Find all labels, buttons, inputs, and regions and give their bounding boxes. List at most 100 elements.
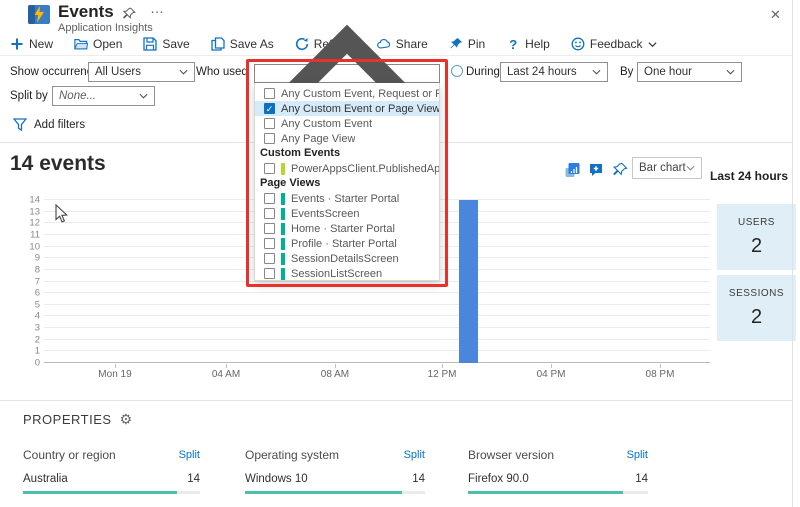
toolbar-help-button[interactable]: ? Help: [506, 36, 550, 52]
dropdown-option-label: EventsScreen: [291, 207, 360, 220]
add-filters-button[interactable]: Add filters: [13, 118, 85, 131]
time-range-label: Last 24 hours: [709, 169, 789, 183]
chevron-down-icon: [648, 40, 657, 49]
save-as-icon: [211, 37, 225, 51]
kpi-label: SESSIONS: [728, 288, 785, 299]
more-options-button[interactable]: …: [150, 0, 165, 16]
dropdown-option-label: Home · Starter Portal: [291, 222, 395, 235]
dropdown-option[interactable]: ✓ Any Custom Event or Page View: [255, 101, 439, 116]
series-color-bar: [281, 267, 285, 280]
gridline: [44, 338, 710, 340]
checkbox[interactable]: [264, 253, 275, 264]
dropdown-option[interactable]: EventsScreen: [255, 206, 439, 221]
who-used-select[interactable]: Any Custom Event or Page View: [254, 24, 440, 116]
property-row[interactable]: Windows 10 14: [245, 473, 425, 485]
dropdown-option[interactable]: Any Custom Event: [255, 116, 439, 131]
pin-blade-icon[interactable]: [122, 7, 136, 21]
y-axis-label: 10: [29, 241, 40, 253]
dropdown-option-label: SessionListScreen: [291, 267, 383, 280]
y-axis-label: 1: [34, 345, 40, 357]
x-axis-label: 08 PM: [645, 369, 675, 380]
pin-chart-icon[interactable]: [612, 162, 628, 178]
dropdown-option[interactable]: Profile · Starter Portal: [255, 236, 439, 251]
property-header: Operating system: [245, 448, 340, 462]
y-axis-label: 4: [34, 310, 40, 322]
split-link[interactable]: Split: [179, 449, 200, 461]
property-header: Country or region: [23, 448, 116, 462]
dropdown-option[interactable]: Events · Starter Portal: [255, 191, 439, 206]
property-bar-fill: [245, 491, 402, 494]
x-axis-tick: [551, 364, 553, 368]
toolbar-save-button[interactable]: Save: [143, 37, 190, 51]
toolbar-open-button[interactable]: Open: [74, 37, 122, 51]
property-count: 14: [187, 473, 200, 485]
checkbox[interactable]: [264, 223, 275, 234]
split-link[interactable]: Split: [627, 449, 648, 461]
x-axis-tick: [659, 364, 661, 368]
series-color-bar: [281, 162, 285, 175]
kpi-value: 2: [750, 306, 763, 328]
dropdown-option-label: Any Custom Event, Request or Page View: [281, 87, 439, 100]
gear-icon[interactable]: ⚙: [120, 411, 133, 428]
feedback-bubble-icon[interactable]: [588, 162, 604, 178]
checkbox[interactable]: [264, 118, 275, 129]
y-axis-label: 12: [29, 217, 40, 229]
toolbar-feedback-button[interactable]: Feedback: [571, 37, 657, 51]
checkbox[interactable]: [264, 88, 275, 99]
toolbar-pin-button[interactable]: Pin: [449, 37, 485, 51]
x-axis-label: 04 AM: [211, 369, 241, 380]
dropdown-option[interactable]: SessionDetailsScreen: [255, 251, 439, 266]
property-row[interactable]: Australia 14: [23, 473, 200, 485]
blade-edge: [792, 0, 793, 507]
x-axis-tick: [442, 364, 443, 368]
property-value-label: Australia: [23, 473, 68, 485]
property-bar-track: [23, 491, 200, 494]
chart-type-select[interactable]: Bar chart: [632, 157, 702, 179]
split-by-select[interactable]: None...: [52, 86, 155, 106]
feedback-icon: [571, 37, 585, 51]
checkbox[interactable]: [264, 268, 275, 279]
split-link[interactable]: Split: [404, 449, 425, 461]
by-select[interactable]: One hour: [637, 62, 742, 82]
dropdown-option-label: Any Custom Event or Page View: [281, 102, 439, 115]
event-bar[interactable]: [458, 200, 478, 363]
dropdown-option[interactable]: Any Page View: [255, 131, 439, 146]
dropdown-option-label: Any Page View: [281, 132, 356, 145]
dropdown-option[interactable]: Any Custom Event, Request or Page View: [255, 86, 439, 101]
x-axis: Mon 19 04 AM 08 AM 12 PM 04 PM 08 PM: [44, 369, 710, 383]
users-card[interactable]: USERS 2: [717, 204, 796, 270]
toolbar-item-label: Open: [93, 37, 123, 51]
checkbox[interactable]: [264, 238, 275, 249]
logs-icon[interactable]: [564, 162, 580, 178]
close-blade-button[interactable]: ✕: [764, 5, 787, 25]
checkbox[interactable]: [264, 133, 275, 144]
plus-icon: [10, 37, 24, 51]
chevron-down-icon: [592, 69, 601, 75]
dropdown-option[interactable]: SessionListScreen: [255, 266, 439, 280]
y-axis-label: 6: [34, 287, 40, 299]
dropdown-option[interactable]: PowerAppsClient.PublishedApp.AppInfo.O..…: [255, 161, 439, 176]
dropdown-option[interactable]: Home · Starter Portal: [255, 221, 439, 236]
chart-actions: [564, 162, 628, 178]
property-row[interactable]: Firefox 90.0 14: [468, 473, 648, 485]
y-axis-label: 8: [34, 264, 40, 276]
during-select[interactable]: Last 24 hours: [500, 62, 608, 82]
properties-header: PROPERTIES ⚙: [23, 411, 133, 428]
help-icon: ?: [509, 36, 518, 52]
split-by-label: Split by: [10, 90, 48, 102]
x-axis-label: 08 AM: [320, 369, 350, 380]
show-occurrences-select[interactable]: All Users: [88, 62, 195, 82]
sessions-card[interactable]: SESSIONS 2: [717, 275, 796, 341]
property-count: 14: [412, 473, 425, 485]
toolbar-new-button[interactable]: New: [10, 37, 53, 51]
checkbox[interactable]: [264, 208, 275, 219]
property-bar-fill: [468, 491, 623, 494]
property-bar-fill: [23, 491, 177, 494]
page-title: Events: [58, 2, 114, 21]
checkbox[interactable]: [264, 163, 275, 174]
checkbox[interactable]: [264, 193, 275, 204]
chevron-down-icon: [139, 93, 148, 99]
checkbox-checked[interactable]: ✓: [264, 103, 275, 114]
series-color-bar: [281, 252, 285, 265]
events-count-heading: 14 events: [10, 152, 106, 175]
